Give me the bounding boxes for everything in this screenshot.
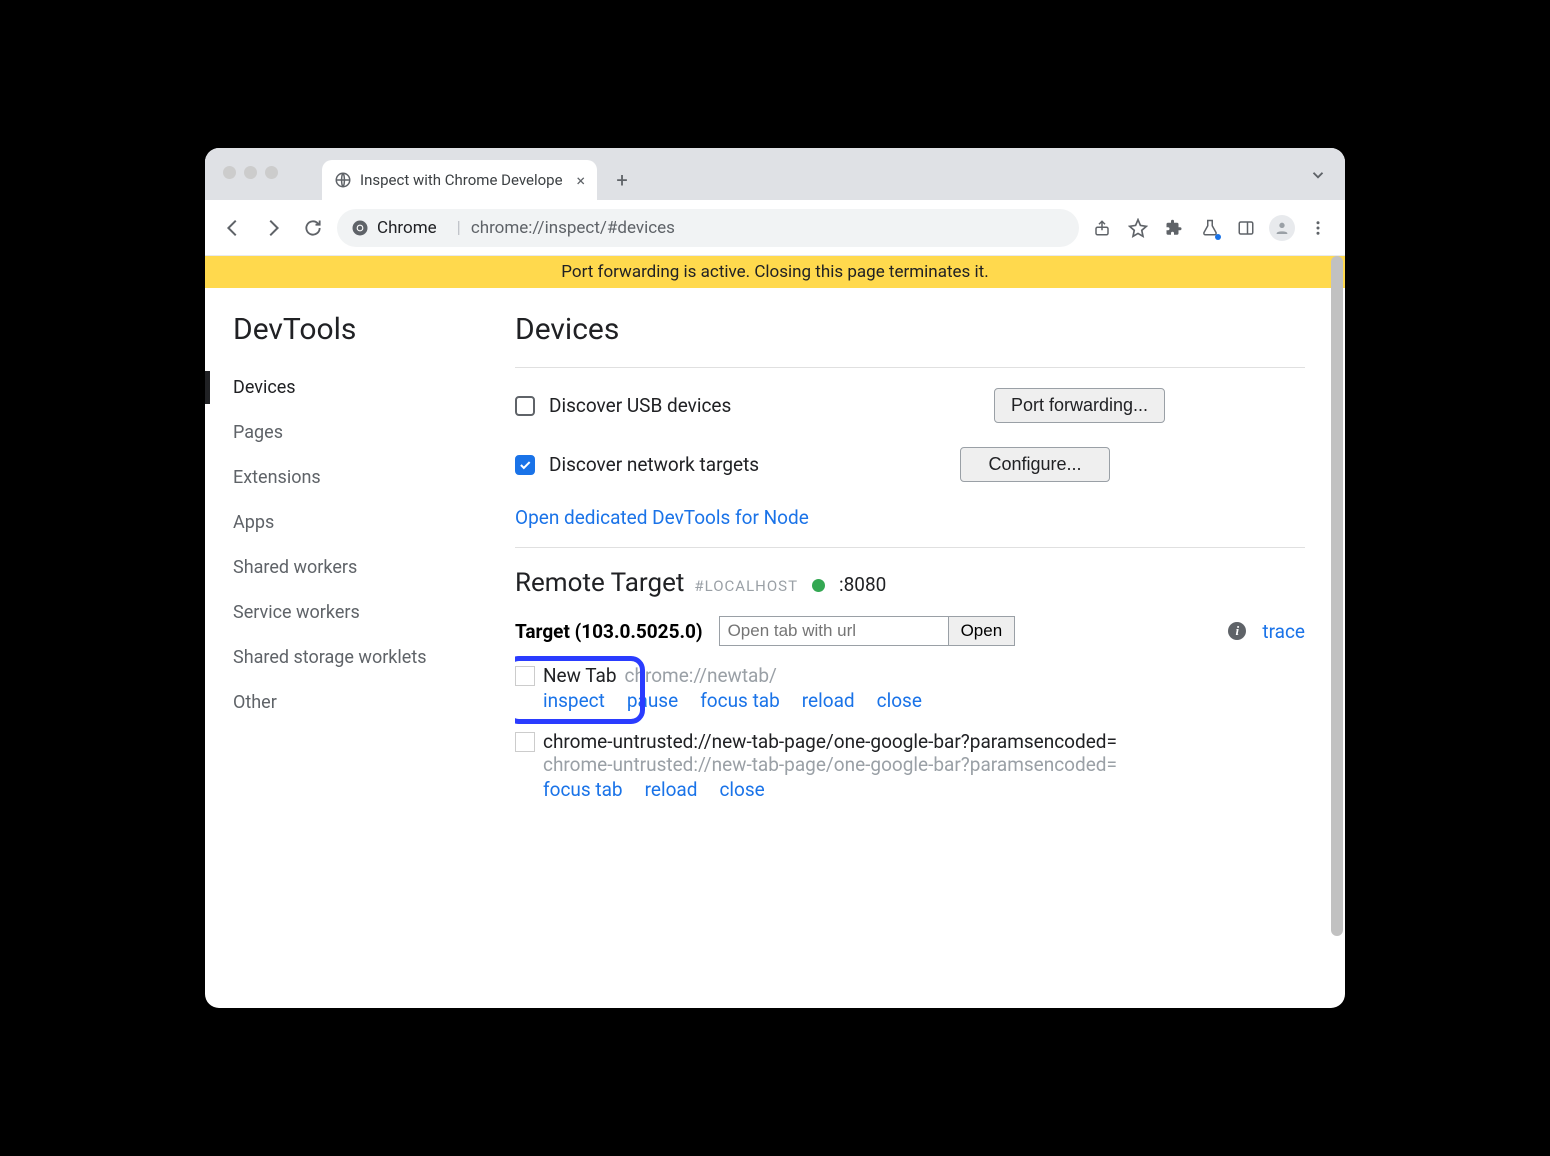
target-entry: New Tab chrome://newtab/ inspect pause f… [515, 660, 1305, 712]
remote-target-header: Remote Target #LOCALHOST :8080 [515, 568, 1305, 598]
discover-usb-label: Discover USB devices [549, 394, 731, 417]
main-panel: Devices Discover USB devices Port forwar… [515, 288, 1345, 1008]
entry-actions: inspect pause focus tab reload close [543, 689, 1305, 712]
close-tab-icon[interactable]: × [577, 171, 586, 190]
page-icon [515, 732, 535, 752]
remote-target-port: :8080 [839, 573, 886, 596]
side-panel-icon[interactable] [1231, 213, 1261, 243]
address-bar[interactable]: Chrome | chrome://inspect/#devices [337, 209, 1079, 247]
sidebar-item-service-workers[interactable]: Service workers [205, 590, 515, 635]
sidebar-item-shared-workers[interactable]: Shared workers [205, 545, 515, 590]
open-tab-button[interactable]: Open [948, 616, 1016, 646]
entry-header: chrome-untrusted://new-tab-page/one-goog… [515, 730, 1305, 753]
address-origin-chip: Chrome [351, 218, 447, 238]
avatar-icon [1269, 215, 1295, 241]
configure-button[interactable]: Configure... [960, 447, 1110, 482]
star-icon[interactable] [1123, 213, 1153, 243]
port-forwarding-banner: Port forwarding is active. Closing this … [205, 256, 1345, 288]
address-divider: | [457, 218, 461, 238]
minimize-window-button[interactable] [244, 166, 257, 179]
info-icon[interactable]: i [1228, 622, 1246, 640]
reload-link[interactable]: reload [802, 689, 855, 712]
toolbar-right [1087, 213, 1333, 243]
target-row: Target (103.0.5025.0) Open i trace [515, 616, 1305, 646]
entry-url: chrome://newtab/ [625, 664, 777, 687]
scrollbar-thumb[interactable] [1331, 256, 1343, 936]
focus-tab-link[interactable]: focus tab [700, 689, 780, 712]
discover-network-row: Discover network targets Configure... [515, 447, 1305, 482]
sidebar: DevTools Devices Pages Extensions Apps S… [205, 288, 515, 1008]
extensions-icon[interactable] [1159, 213, 1189, 243]
discover-network-checkbox[interactable] [515, 455, 535, 475]
address-origin-label: Chrome [377, 218, 437, 238]
close-link[interactable]: close [877, 689, 922, 712]
page-icon [515, 666, 535, 686]
entry-actions: focus tab reload close [543, 778, 1305, 801]
trace-link[interactable]: trace [1262, 620, 1305, 643]
remote-target-host: #LOCALHOST [694, 577, 798, 595]
close-link[interactable]: close [719, 778, 764, 801]
labs-icon[interactable] [1195, 213, 1225, 243]
status-dot-icon [812, 579, 825, 592]
forward-button[interactable] [257, 212, 289, 244]
discover-usb-checkbox[interactable] [515, 396, 535, 416]
close-window-button[interactable] [223, 166, 236, 179]
open-node-devtools-link[interactable]: Open dedicated DevTools for Node [515, 506, 809, 529]
target-entry: chrome-untrusted://new-tab-page/one-goog… [515, 730, 1305, 801]
sidebar-item-other[interactable]: Other [205, 680, 515, 725]
pause-link[interactable]: pause [627, 689, 678, 712]
inspect-link[interactable]: inspect [543, 689, 605, 712]
traffic-lights [223, 166, 278, 179]
discover-network-label: Discover network targets [549, 453, 759, 476]
target-name: Target (103.0.5025.0) [515, 620, 703, 643]
sidebar-item-shared-storage-worklets[interactable]: Shared storage worklets [205, 635, 515, 680]
focus-tab-link[interactable]: focus tab [543, 778, 623, 801]
browser-window: Inspect with Chrome Develope × + Chrome … [205, 148, 1345, 1008]
sidebar-item-extensions[interactable]: Extensions [205, 455, 515, 500]
sidebar-title: DevTools [205, 312, 515, 365]
browser-tab-active[interactable]: Inspect with Chrome Develope × [322, 160, 597, 200]
content-area: DevTools Devices Pages Extensions Apps S… [205, 288, 1345, 1008]
page-heading: Devices [515, 312, 1305, 347]
sidebar-item-pages[interactable]: Pages [205, 410, 515, 455]
open-tab-url-input[interactable] [719, 616, 949, 646]
tab-bar: Inspect with Chrome Develope × + [205, 148, 1345, 200]
profile-button[interactable] [1267, 213, 1297, 243]
sidebar-item-devices[interactable]: Devices [205, 365, 515, 410]
globe-icon [334, 171, 352, 189]
scrollbar[interactable] [1329, 256, 1345, 1008]
entry-title: New Tab [543, 664, 617, 687]
reload-link[interactable]: reload [645, 778, 698, 801]
tab-title: Inspect with Chrome Develope [360, 171, 563, 189]
window-menu-chevron-icon[interactable] [1309, 166, 1327, 184]
kebab-menu-icon[interactable] [1303, 213, 1333, 243]
share-icon[interactable] [1087, 213, 1117, 243]
remote-target-title: Remote Target [515, 568, 684, 598]
divider [515, 547, 1305, 548]
entry-title: chrome-untrusted://new-tab-page/one-goog… [543, 730, 1117, 753]
tabs-strip: Inspect with Chrome Develope × + [322, 148, 637, 200]
reload-button[interactable] [297, 212, 329, 244]
divider [515, 367, 1305, 368]
entry-url: chrome-untrusted://new-tab-page/one-goog… [543, 753, 1305, 776]
chrome-icon [351, 219, 369, 237]
discover-usb-row: Discover USB devices Port forwarding... [515, 388, 1305, 423]
toolbar: Chrome | chrome://inspect/#devices [205, 200, 1345, 256]
entry-header: New Tab chrome://newtab/ [515, 664, 1305, 687]
page-content: Port forwarding is active. Closing this … [205, 256, 1345, 1008]
port-forwarding-button[interactable]: Port forwarding... [994, 388, 1165, 423]
sidebar-item-apps[interactable]: Apps [205, 500, 515, 545]
back-button[interactable] [217, 212, 249, 244]
maximize-window-button[interactable] [265, 166, 278, 179]
address-url: chrome://inspect/#devices [471, 218, 675, 238]
new-tab-button[interactable]: + [607, 165, 637, 195]
